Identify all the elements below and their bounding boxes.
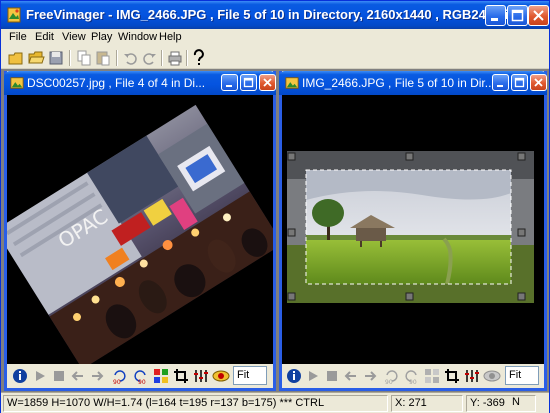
maximize-button[interactable] (507, 5, 528, 26)
red-eye-icon[interactable] (483, 367, 501, 385)
right-zoom-select[interactable]: Fit (505, 366, 539, 385)
right-window-titlebar[interactable]: IMG_2466.JPG , File 5 of 10 in Dir... (279, 71, 547, 95)
rural-field-photo (287, 151, 534, 303)
right-minimize-button[interactable] (492, 74, 509, 91)
minimize-icon (491, 18, 498, 21)
levels-icon[interactable] (192, 367, 210, 385)
close-icon (263, 78, 272, 87)
play-icon[interactable] (31, 367, 49, 385)
maximize-icon (243, 77, 254, 88)
left-close-button[interactable] (259, 74, 276, 91)
left-minimize-button[interactable] (221, 74, 238, 91)
window-title: FreeVimager - IMG_2466.JPG , File 5 of 1… (26, 7, 538, 22)
new-icon[interactable] (7, 49, 25, 67)
flip-icon[interactable] (152, 367, 170, 385)
child-window-left[interactable]: DSC00257.jpg , File 4 of 4 in Di... OPAC… (4, 71, 276, 391)
crop-icon[interactable] (172, 367, 190, 385)
status-info: W=1859 H=1070 W/H=1.74 (l=164 t=195 r=13… (3, 395, 388, 412)
red-eye-icon[interactable] (212, 367, 230, 385)
save-icon[interactable] (47, 49, 65, 67)
right-close-button[interactable] (530, 74, 547, 91)
stop-icon[interactable] (50, 367, 68, 385)
undo-icon[interactable] (122, 49, 140, 67)
previous-icon[interactable] (69, 367, 87, 385)
right-maximize-button[interactable] (511, 74, 528, 91)
levels-icon[interactable] (463, 367, 481, 385)
menu-play[interactable]: Play (91, 31, 112, 43)
right-window-title: IMG_2466.JPG , File 5 of 10 in Dir... (302, 76, 495, 90)
menu-view[interactable]: View (62, 31, 86, 43)
menu-help[interactable]: Help (159, 31, 182, 43)
crop-icon[interactable] (443, 367, 461, 385)
paste-icon[interactable] (94, 49, 112, 67)
menu-bar: File Edit View Play Window Help (1, 29, 549, 47)
main-titlebar[interactable]: FreeVimager - IMG_2466.JPG , File 5 of 1… (1, 1, 549, 29)
rotate-cw-icon[interactable]: 90 (402, 367, 420, 385)
main-toolbar (1, 47, 549, 69)
child-window-right[interactable]: IMG_2466.JPG , File 5 of 10 in Dir... 90… (279, 71, 547, 391)
info-icon[interactable] (285, 367, 303, 385)
maximize-icon (511, 9, 524, 22)
next-icon[interactable] (361, 367, 379, 385)
right-view-toolbar: 90 90 Fit (282, 364, 544, 388)
menu-file[interactable]: File (9, 31, 27, 43)
night-street-photo: OPAC (7, 104, 273, 364)
menu-edit[interactable]: Edit (35, 31, 54, 43)
close-icon (534, 78, 543, 87)
right-image-canvas[interactable] (282, 95, 544, 364)
svg-text:90: 90 (385, 379, 393, 385)
play-icon[interactable] (304, 367, 322, 385)
next-icon[interactable] (88, 367, 106, 385)
stop-icon[interactable] (323, 367, 341, 385)
maximize-icon (514, 77, 525, 88)
open-icon[interactable] (27, 49, 45, 67)
minimize-icon (497, 85, 503, 87)
status-x: X: 271 (391, 395, 463, 412)
rotate-ccw-icon[interactable]: 90 (111, 367, 129, 385)
status-bar: W=1859 H=1070 W/H=1.74 (l=164 t=195 r=13… (1, 392, 549, 413)
app-icon (7, 7, 21, 23)
left-zoom-select[interactable]: Fit (233, 366, 267, 385)
previous-icon[interactable] (342, 367, 360, 385)
left-maximize-button[interactable] (240, 74, 257, 91)
menu-window[interactable]: Window (118, 31, 157, 43)
redo-icon[interactable] (140, 49, 158, 67)
rotate-ccw-icon[interactable]: 90 (383, 367, 401, 385)
info-icon[interactable] (11, 367, 29, 385)
left-view-toolbar: 90 90 Fit (7, 364, 273, 388)
close-icon (533, 10, 544, 21)
svg-text:90: 90 (409, 379, 417, 385)
minimize-button[interactable] (485, 5, 506, 26)
left-window-title: DSC00257.jpg , File 4 of 4 in Di... (27, 76, 206, 90)
status-mode: N (512, 396, 520, 408)
print-icon[interactable] (166, 49, 184, 67)
left-image-canvas[interactable]: OPAC (7, 95, 273, 364)
svg-text:90: 90 (138, 379, 146, 385)
help-icon[interactable] (190, 49, 208, 67)
left-window-titlebar[interactable]: DSC00257.jpg , File 4 of 4 in Di... (4, 71, 276, 95)
mdi-area: DSC00257.jpg , File 4 of 4 in Di... OPAC… (1, 69, 549, 392)
close-button[interactable] (528, 5, 549, 26)
freevimager-window: FreeVimager - IMG_2466.JPG , File 5 of 1… (0, 0, 550, 413)
svg-text:90: 90 (113, 379, 121, 385)
image-icon (10, 77, 24, 89)
copy-icon[interactable] (75, 49, 93, 67)
minimize-icon (226, 85, 232, 87)
rotate-cw-icon[interactable]: 90 (131, 367, 149, 385)
flip-icon[interactable] (423, 367, 441, 385)
image-icon (285, 77, 299, 89)
